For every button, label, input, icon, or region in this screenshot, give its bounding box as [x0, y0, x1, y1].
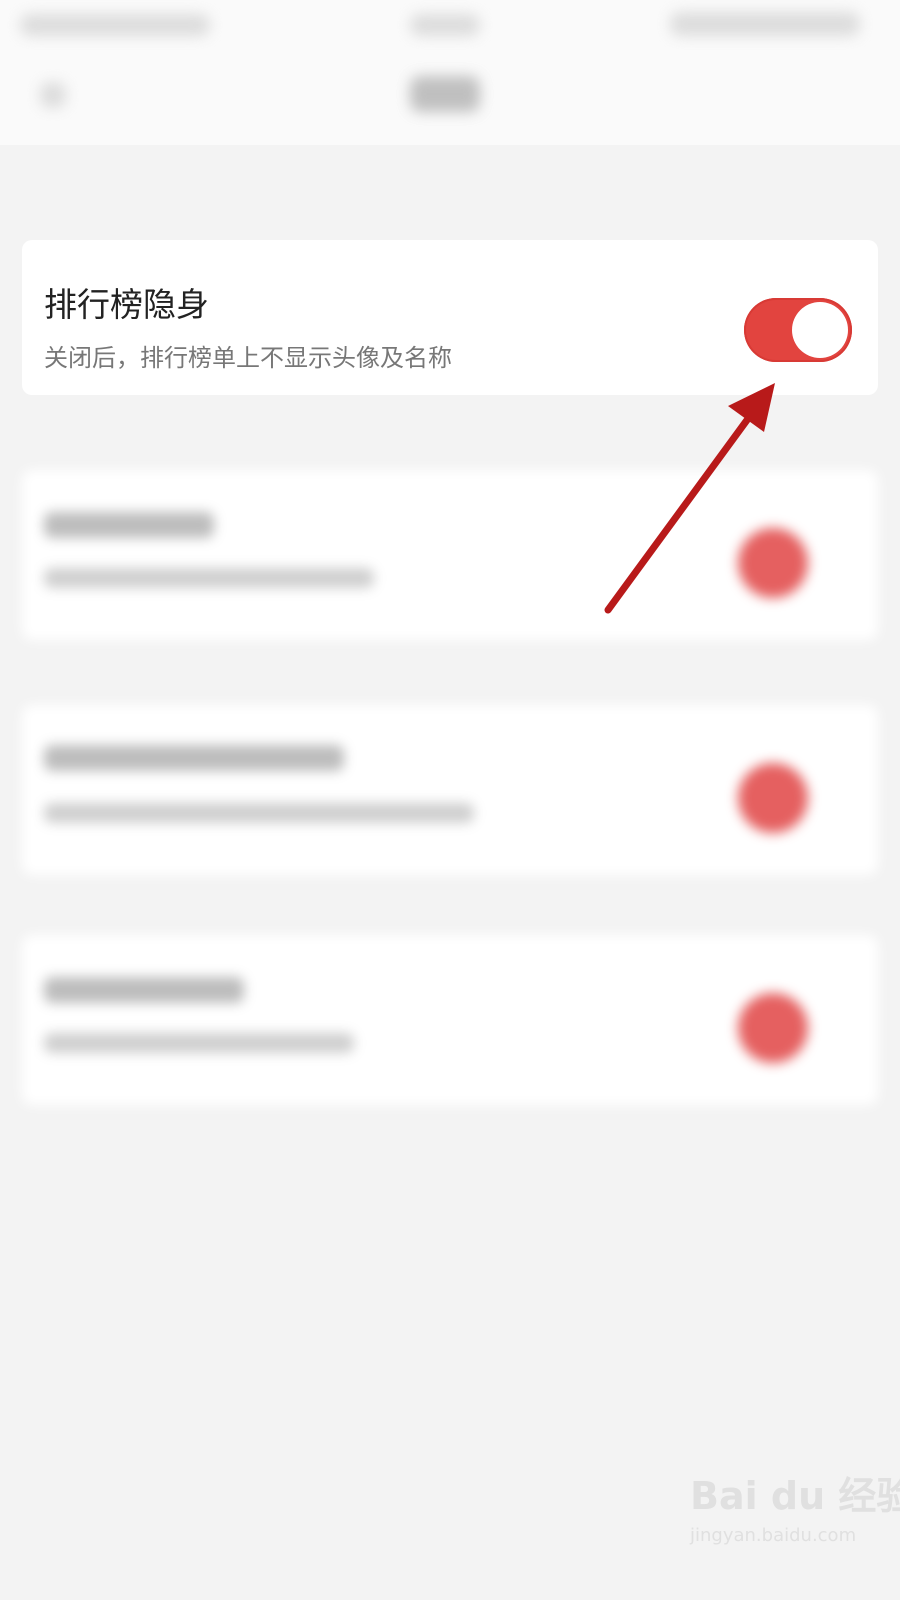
setting-title: 排行榜隐身	[44, 285, 209, 324]
setting-card-blurred-2	[22, 705, 878, 875]
baidu-jingyan-watermark: Bai du 经验 jingyan.baidu.com	[690, 1465, 900, 1575]
nav-bar	[0, 50, 900, 145]
toggle-knob	[792, 302, 848, 358]
toggle-placeholder[interactable]	[738, 528, 808, 598]
toggle-placeholder[interactable]	[738, 763, 808, 833]
page-title	[410, 76, 480, 112]
setting-title-placeholder	[44, 977, 244, 1003]
leaderboard-hidden-toggle[interactable]	[744, 298, 852, 362]
watermark-logo: Bai du 经验	[690, 1474, 900, 1518]
setting-description-placeholder	[44, 1033, 354, 1053]
setting-description-placeholder	[44, 803, 474, 823]
setting-description: 关闭后，排行榜单上不显示头像及名称	[44, 344, 452, 372]
leaderboard-hidden-setting: 排行榜隐身 关闭后，排行榜单上不显示头像及名称	[22, 240, 878, 395]
toggle-placeholder[interactable]	[738, 993, 808, 1063]
setting-card-blurred-1	[22, 470, 878, 640]
back-icon[interactable]	[40, 82, 66, 108]
setting-description-placeholder	[44, 568, 374, 588]
status-bar	[0, 0, 900, 50]
setting-title-placeholder	[44, 745, 344, 771]
watermark-site: jingyan.baidu.com	[690, 1525, 857, 1546]
setting-card-blurred-3	[22, 935, 878, 1105]
setting-title-placeholder	[44, 512, 214, 538]
